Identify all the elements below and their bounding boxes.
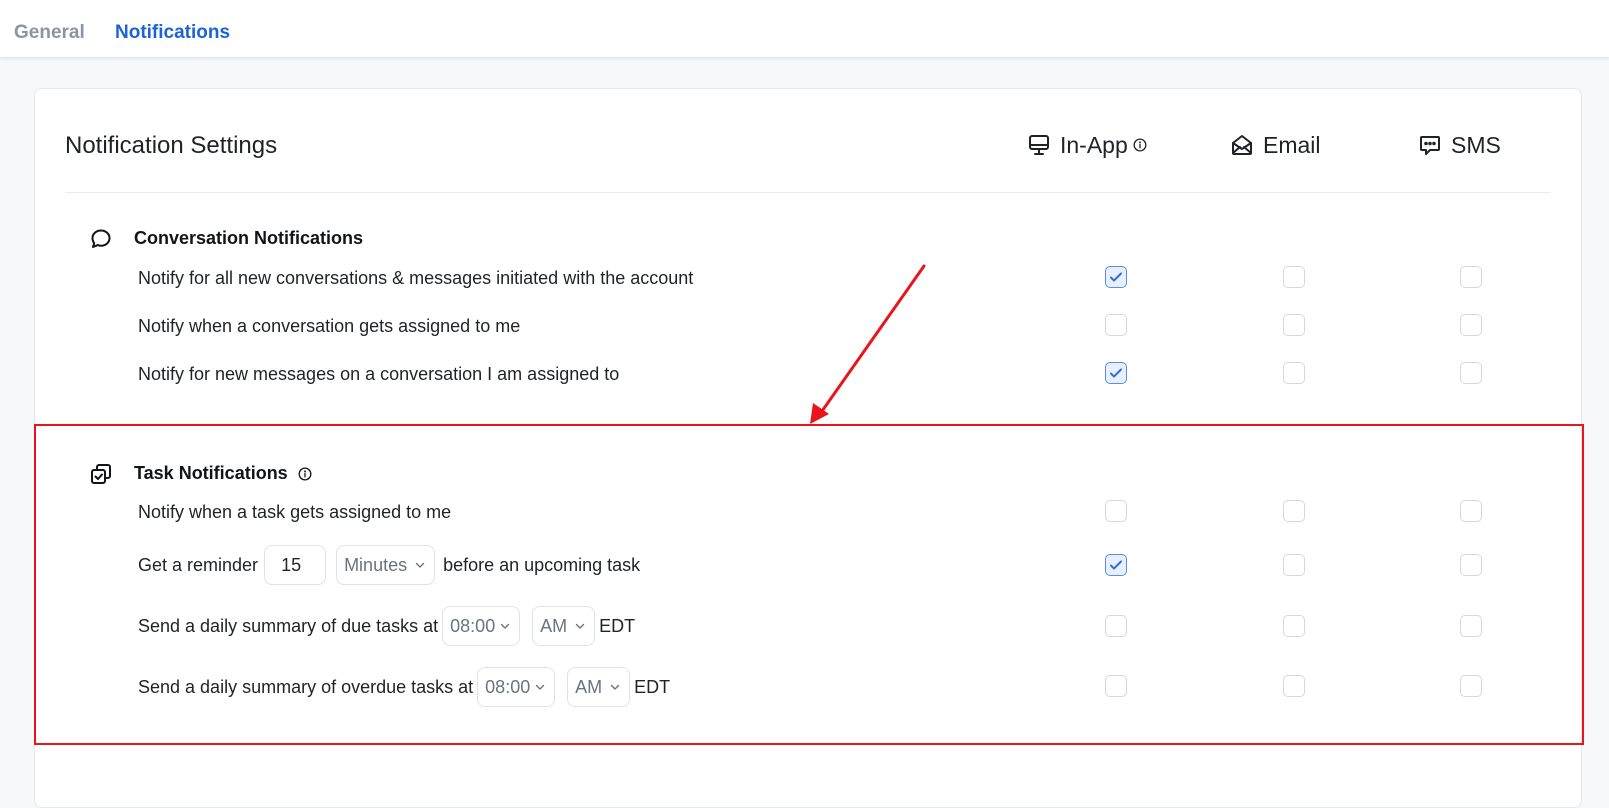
checkbox-email[interactable] [1283,675,1305,697]
column-label-email: Email [1263,131,1321,158]
checkbox-email[interactable] [1283,500,1305,522]
overdue-summary-time-select[interactable]: 08:00 [477,667,556,707]
checkbox-sms[interactable] [1460,500,1482,522]
checkbox-sms[interactable] [1460,362,1482,384]
tab-general[interactable]: General [14,22,85,44]
check-icon [1110,368,1122,378]
overdue-summary-ampm-select[interactable]: AM [567,667,631,707]
check-icon [1110,272,1122,282]
due-summary-time-select[interactable]: 08:00 [442,606,521,646]
reminder-prefix: Get a reminder [138,554,259,575]
due-summary-ampm-select[interactable]: AM [532,606,596,646]
info-icon[interactable] [1133,138,1147,152]
card-title: Notification Settings [65,132,278,159]
column-label-sms: SMS [1451,131,1501,158]
check-icon [1110,560,1122,570]
top-tab-bar: General Notifications [0,0,1609,58]
checkbox-email[interactable] [1283,266,1305,288]
overdue-summary-timezone: EDT [634,676,671,697]
row-due-summary: Send a daily summary of due tasks at 08:… [138,606,635,646]
row-reminder: Get a reminder Minutes before an upcomin… [138,545,640,585]
checkbox-in-app[interactable] [1105,362,1127,384]
checkbox-in-app[interactable] [1105,500,1127,522]
checkbox-email[interactable] [1283,554,1305,576]
checkbox-email[interactable] [1283,314,1305,336]
section-title: Conversation Notifications [134,228,364,248]
column-header-email: Email [1230,130,1321,160]
due-summary-time-value: 08:00 [450,615,496,636]
tab-notifications[interactable]: Notifications [115,22,230,44]
checkbox-sms[interactable] [1460,314,1482,336]
row-overdue-summary: Send a daily summary of overdue tasks at… [138,667,670,707]
overdue-summary-prefix: Send a daily summary of overdue tasks at [138,676,474,697]
reminder-unit-value: Minutes [344,554,408,575]
checkbox-sms[interactable] [1460,675,1482,697]
section-conversation-notifications: Conversation Notifications [88,226,363,251]
reminder-suffix: before an upcoming task [443,554,641,575]
message-dots-icon [1420,136,1440,155]
chevron-down-icon [610,684,620,690]
row-label-new-messages-assigned: Notify for new messages on a conversatio… [138,363,620,384]
chevron-down-icon [415,562,425,568]
section-task-notifications: Task Notifications [88,461,312,486]
chevron-down-icon [500,623,510,629]
checkbox-sms[interactable] [1460,554,1482,576]
column-header-sms: SMS [1418,130,1501,160]
mail-open-icon [1232,135,1252,155]
chevron-down-icon [575,623,585,629]
checkbox-in-app[interactable] [1105,314,1127,336]
chevron-down-icon [535,684,545,690]
checkbox-sms[interactable] [1460,266,1482,288]
checkbox-email[interactable] [1283,615,1305,637]
reminder-amount-input[interactable] [264,545,327,585]
task-check-icon [88,461,113,486]
row-label-task-assigned: Notify when a task gets assigned to me [138,501,452,522]
monitor-icon [1029,135,1049,155]
header-divider [65,192,1551,193]
row-label-all-new-conversations: Notify for all new conversations & messa… [138,267,694,288]
due-summary-prefix: Send a daily summary of due tasks at [138,615,439,636]
checkbox-in-app[interactable] [1105,554,1127,576]
checkbox-sms[interactable] [1460,615,1482,637]
checkbox-in-app[interactable] [1105,266,1127,288]
row-label-conversation-assigned: Notify when a conversation gets assigned… [138,315,521,336]
due-summary-ampm-value: AM [540,615,568,636]
chat-bubble-icon [88,226,113,251]
checkbox-in-app[interactable] [1105,675,1127,697]
column-label-in-app: In-App [1060,131,1128,158]
checkbox-in-app[interactable] [1105,615,1127,637]
section-title: Task Notifications [134,463,288,483]
reminder-unit-select[interactable]: Minutes [336,545,436,585]
info-icon[interactable] [298,467,312,481]
overdue-summary-ampm-value: AM [575,676,603,697]
due-summary-timezone: EDT [599,615,636,636]
overdue-summary-time-value: 08:00 [485,676,531,697]
checkbox-email[interactable] [1283,362,1305,384]
column-header-in-app: In-App [1027,130,1156,160]
